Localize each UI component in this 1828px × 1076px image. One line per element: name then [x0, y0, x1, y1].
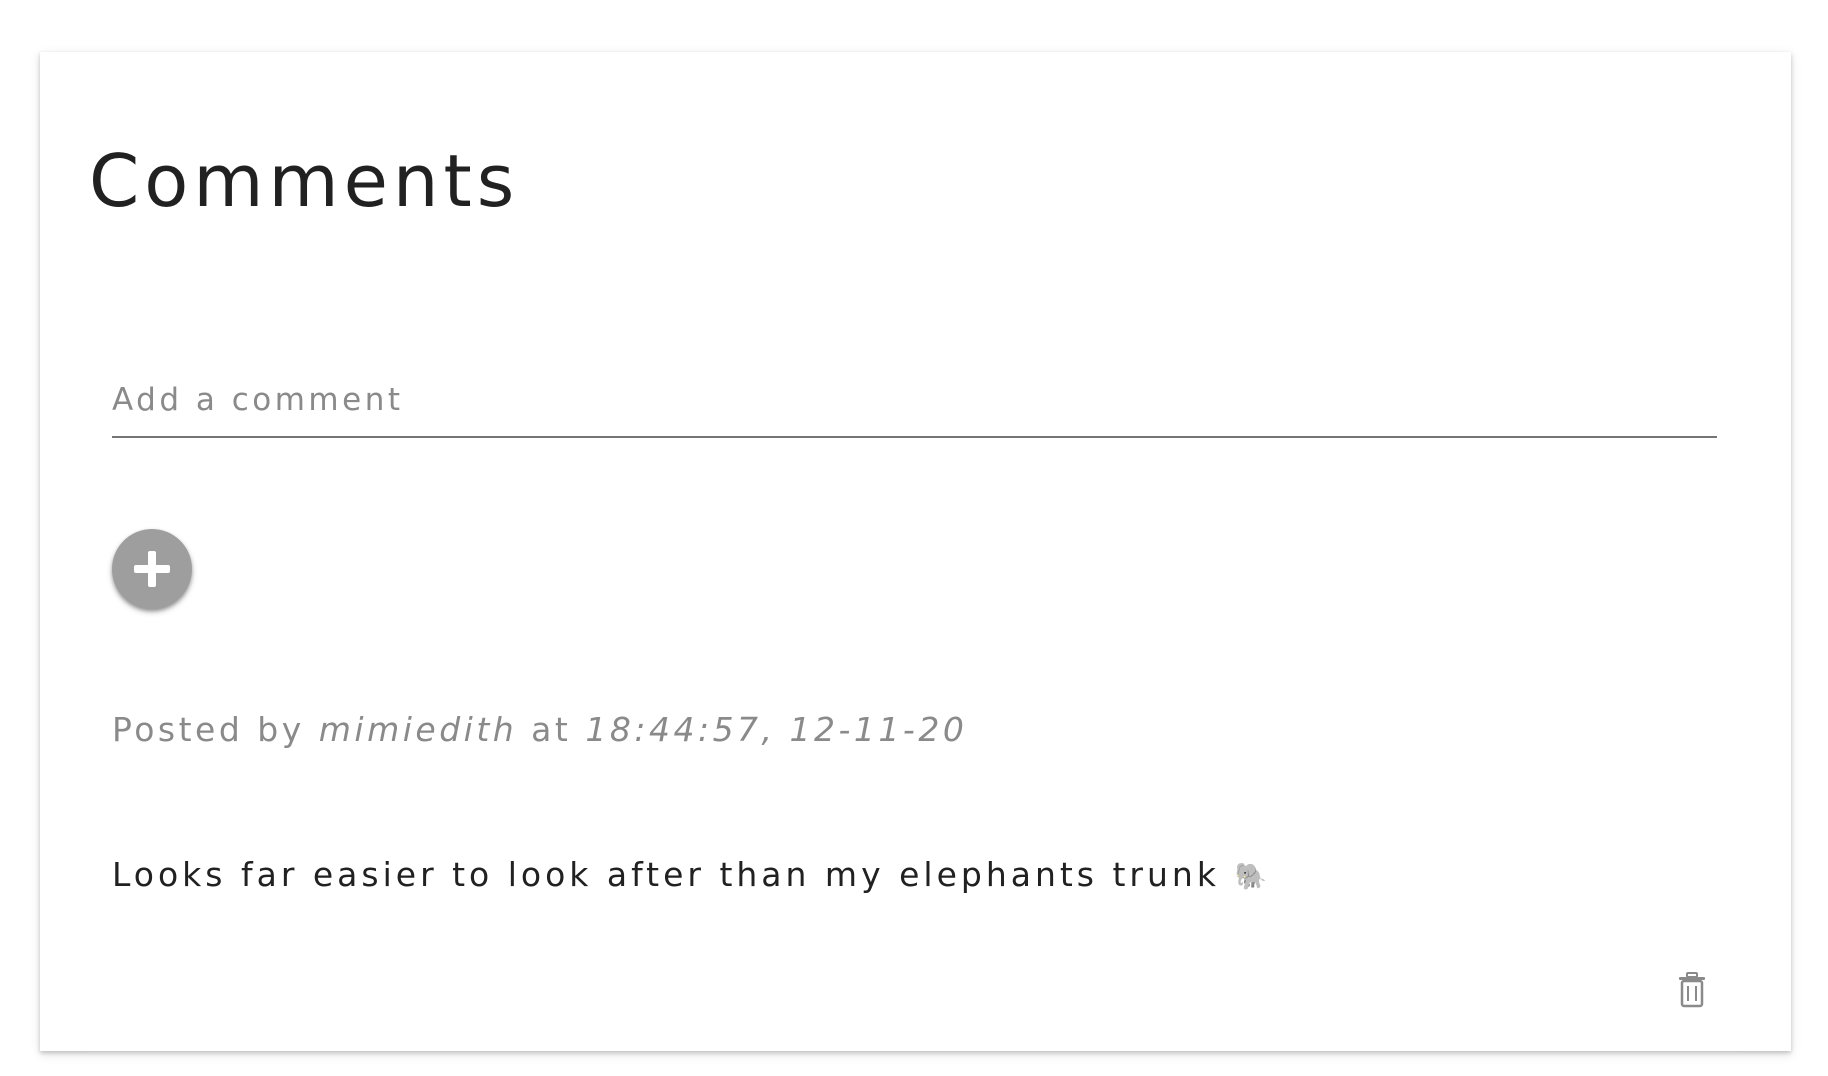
posted-by-label: Posted by [112, 710, 305, 749]
comment-timestamp: 18:44:57, 12-11-20 [585, 710, 968, 749]
comment-divider [88, 1052, 1741, 1053]
comment-input[interactable] [112, 382, 1717, 438]
comment-meta: Posted by mimiedith at 18:44:57, 12-11-2… [112, 710, 967, 749]
comment-text-row: Looks far easier to look after than my e… [112, 855, 1271, 894]
plus-icon [134, 551, 170, 587]
add-comment-button[interactable] [112, 529, 192, 609]
comment-author: mimiedith [318, 710, 518, 749]
page-title: Comments [89, 139, 520, 223]
trash-icon [1679, 972, 1705, 1008]
posted-at-label: at [531, 710, 572, 749]
comments-card: Comments Posted by mimiedith at 18:44:57… [40, 52, 1791, 1053]
elephant-emoji: 🐘 [1234, 861, 1271, 892]
comment-form [112, 382, 1717, 438]
delete-comment-button[interactable] [1674, 970, 1710, 1010]
comment-text: Looks far easier to look after than my e… [112, 855, 1220, 894]
